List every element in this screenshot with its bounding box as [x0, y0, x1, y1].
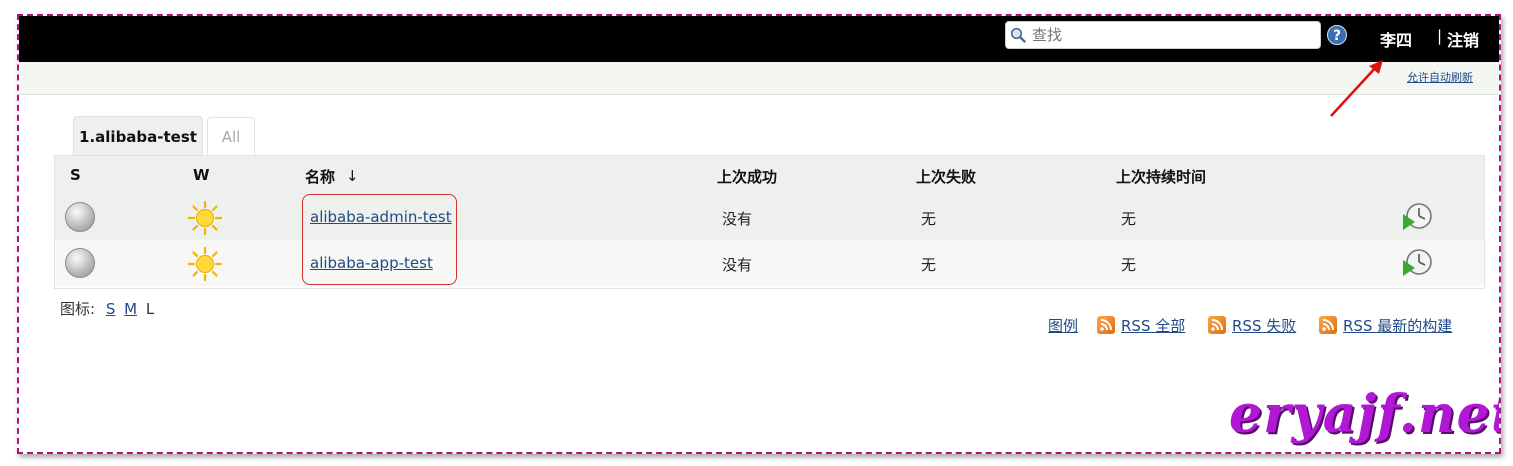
- sort-down-icon: ↓: [346, 167, 359, 185]
- annotation-arrow-icon: [1330, 60, 1383, 117]
- last-duration-cell: 无: [1121, 210, 1137, 228]
- icon-size-label: 图标:: [60, 300, 96, 318]
- user-name-link[interactable]: 李四: [1380, 27, 1412, 51]
- job-table: S W 名称 ↓ 上次成功 上次失败 上次持续时间 alibaba-admin-…: [54, 155, 1485, 289]
- rss-latest-builds-link[interactable]: RSS 最新的构建: [1343, 315, 1452, 336]
- icon-size-s-link[interactable]: S: [106, 300, 116, 318]
- watermark-text: eryajf.net: [1229, 384, 1501, 445]
- column-weather[interactable]: W: [193, 166, 210, 184]
- last-success-cell: 没有: [722, 210, 753, 228]
- logout-link[interactable]: 注销: [1447, 27, 1479, 51]
- last-success-cell: 没有: [722, 256, 753, 274]
- column-last-success[interactable]: 上次成功: [717, 166, 777, 187]
- rss-all-link[interactable]: RSS 全部: [1121, 315, 1185, 336]
- last-failure-cell: 无: [921, 210, 937, 228]
- sunny-weather-icon: [187, 200, 223, 236]
- rss-feed-icon[interactable]: [1097, 316, 1115, 334]
- schedule-build-icon[interactable]: [1401, 202, 1433, 232]
- last-failure-cell: 无: [921, 256, 937, 274]
- table-row: alibaba-app-test 没有 无 无: [55, 240, 1484, 286]
- rss-feed-icon[interactable]: [1319, 316, 1337, 334]
- status-grey-ball-icon: [65, 248, 95, 278]
- column-last-failure[interactable]: 上次失败: [916, 166, 976, 187]
- search-input[interactable]: [1032, 22, 1312, 48]
- status-grey-ball-icon: [65, 202, 95, 232]
- column-status[interactable]: S: [70, 166, 81, 184]
- column-last-duration[interactable]: 上次持续时间: [1116, 166, 1206, 187]
- tab-alibaba-test[interactable]: 1.alibaba-test: [73, 116, 203, 156]
- tab-all[interactable]: All: [207, 117, 255, 156]
- icon-size-m-link[interactable]: M: [124, 300, 137, 318]
- rss-failed-link[interactable]: RSS 失败: [1232, 315, 1296, 336]
- help-icon[interactable]: ?: [1327, 25, 1347, 45]
- auto-refresh-link[interactable]: 允许自动刷新: [1407, 69, 1473, 85]
- schedule-build-icon[interactable]: [1401, 248, 1433, 278]
- legend-link[interactable]: 图例: [1048, 315, 1078, 336]
- sunny-weather-icon: [187, 246, 223, 282]
- header-separator: |: [1437, 27, 1443, 45]
- rss-feed-icon[interactable]: [1208, 316, 1226, 334]
- last-duration-cell: 无: [1121, 256, 1137, 274]
- sub-bar: 允许自动刷新: [19, 62, 1499, 95]
- icon-size-l-current: L: [145, 300, 155, 318]
- icon-size-selector: 图标: S M L: [60, 298, 154, 319]
- top-bar: ? 李四 | 注销: [19, 16, 1499, 62]
- search-box[interactable]: [1005, 21, 1321, 49]
- column-name[interactable]: 名称: [305, 166, 335, 187]
- table-row: alibaba-admin-test 没有 无 无: [55, 194, 1484, 241]
- table-header: S W 名称 ↓ 上次成功 上次失败 上次持续时间: [55, 156, 1484, 195]
- search-icon: [1010, 27, 1026, 43]
- annotation-highlight-box: [302, 194, 457, 285]
- page-frame: ? 李四 | 注销 允许自动刷新 1.alibaba-test All S W …: [17, 14, 1501, 454]
